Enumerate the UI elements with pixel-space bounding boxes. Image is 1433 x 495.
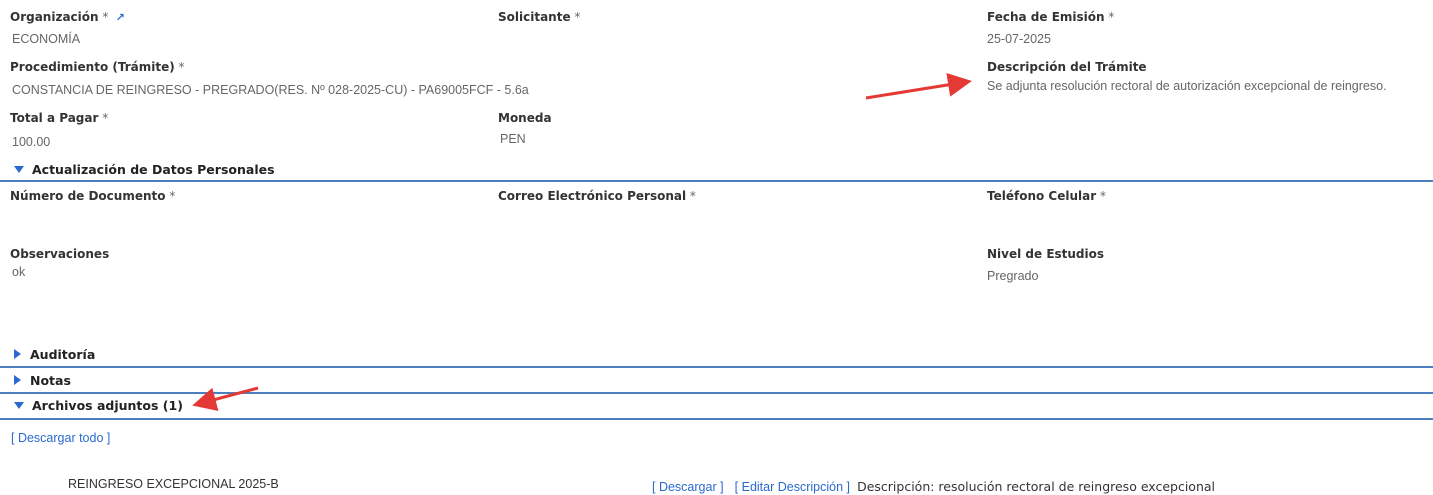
red-arrow-icon (192, 386, 259, 411)
annotation-arrows (192, 72, 972, 411)
red-arrow-icon (865, 72, 972, 100)
